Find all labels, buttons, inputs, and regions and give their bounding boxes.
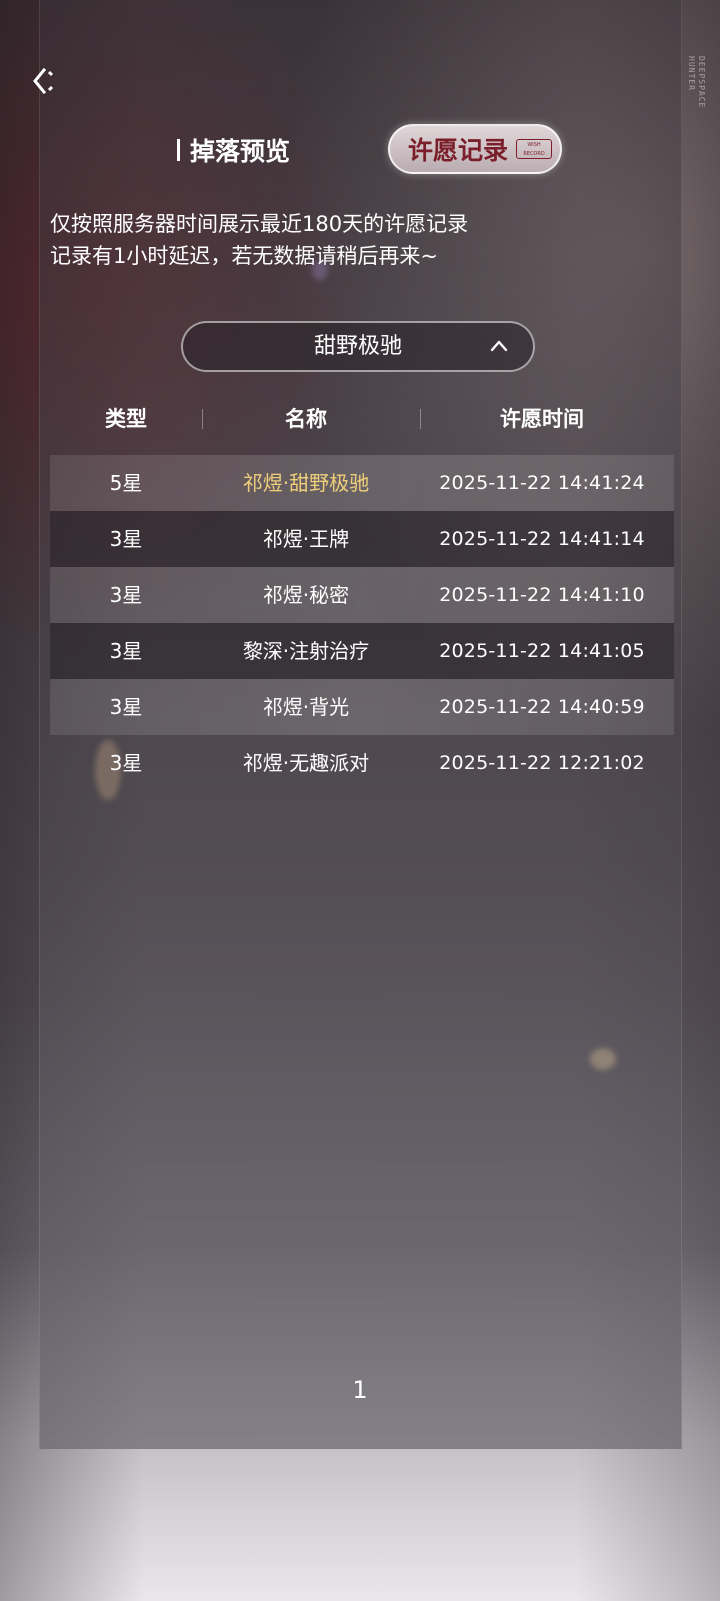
cell-time: 2025-11-22 14:41:05 [439, 640, 645, 662]
table-row: 3星 祁煜·无趣派对 2025-11-22 12:21:02 [50, 735, 674, 791]
notice-line-1: 仅按照服务器时间展示最近180天的许愿记录 [50, 212, 469, 236]
cell-time: 2025-11-22 14:41:24 [439, 472, 645, 494]
cell-name: 黎深·注射治疗 [242, 639, 370, 663]
header-name: 名称 [285, 406, 327, 431]
cell-type: 3星 [109, 527, 143, 551]
header-type: 类型 [105, 406, 147, 431]
notice-text: 仅按照服务器时间展示最近180天的许愿记录 记录有1小时延迟，若无数据请稍后再来… [50, 208, 670, 272]
cell-type: 5星 [109, 471, 143, 495]
cell-name: 祁煜·无趣派对 [242, 751, 370, 775]
table-row: 3星 祁煜·王牌 2025-11-22 14:41:14 [50, 511, 674, 567]
tab-drop-preview-label: 掉落预览 [190, 137, 291, 166]
cell-name: 祁煜·秘密 [262, 583, 350, 607]
cell-type: 3星 [109, 639, 143, 663]
decor-glint [590, 1048, 616, 1070]
table-row: 3星 黎深·注射治疗 2025-11-22 14:41:05 [50, 623, 674, 679]
table-row: 3星 祁煜·背光 2025-11-22 14:40:59 [50, 679, 674, 735]
cell-time: 2025-11-22 14:41:14 [439, 528, 645, 550]
page-number[interactable]: 1 [330, 1376, 390, 1404]
tab-bar: 掉落预览 许愿记录 WISH RECORD [0, 120, 720, 180]
table-row: 3星 祁煜·秘密 2025-11-22 14:41:10 [50, 567, 674, 623]
table-header: 类型 名称 许愿时间 [50, 395, 674, 455]
cell-type: 3星 [109, 583, 143, 607]
cell-time: 2025-11-22 14:41:10 [439, 584, 645, 606]
table-body: 5星 祁煜·甜野极驰 2025-11-22 14:41:24 3星 祁煜·王牌 … [50, 455, 674, 791]
pool-dropdown[interactable]: 甜野极驰 [181, 321, 535, 372]
tab-drop-preview[interactable]: 掉落预览 [177, 132, 290, 168]
chevron-up-icon [490, 340, 508, 352]
cell-name: 祁煜·王牌 [262, 527, 350, 551]
back-arrow-icon [33, 67, 54, 95]
header-time: 许愿时间 [500, 406, 584, 431]
cell-type: 3星 [109, 751, 143, 775]
cell-time: 2025-11-22 12:21:02 [439, 752, 645, 774]
tab-divider [177, 139, 180, 161]
tab-wish-record-tag: WISH RECORD [516, 139, 553, 159]
table-row: 5星 祁煜·甜野极驰 2025-11-22 14:41:24 [50, 455, 674, 511]
pool-dropdown-value: 甜野极驰 [313, 334, 402, 359]
cell-time: 2025-11-22 14:40:59 [439, 696, 645, 718]
cell-name: 祁煜·背光 [262, 695, 350, 719]
tab-wish-record-label: 许愿记录 [408, 136, 509, 165]
cell-type: 3星 [109, 695, 143, 719]
notice-line-2: 记录有1小时延迟，若无数据请稍后再来~ [50, 244, 438, 268]
tab-wish-record[interactable]: 许愿记录 WISH RECORD [388, 124, 562, 174]
cell-name: 祁煜·甜野极驰 [242, 471, 370, 495]
back-button[interactable] [30, 66, 64, 100]
wish-record-table: 类型 名称 许愿时间 5星 祁煜·甜野极驰 2025-11-22 14:41:2… [50, 395, 674, 775]
